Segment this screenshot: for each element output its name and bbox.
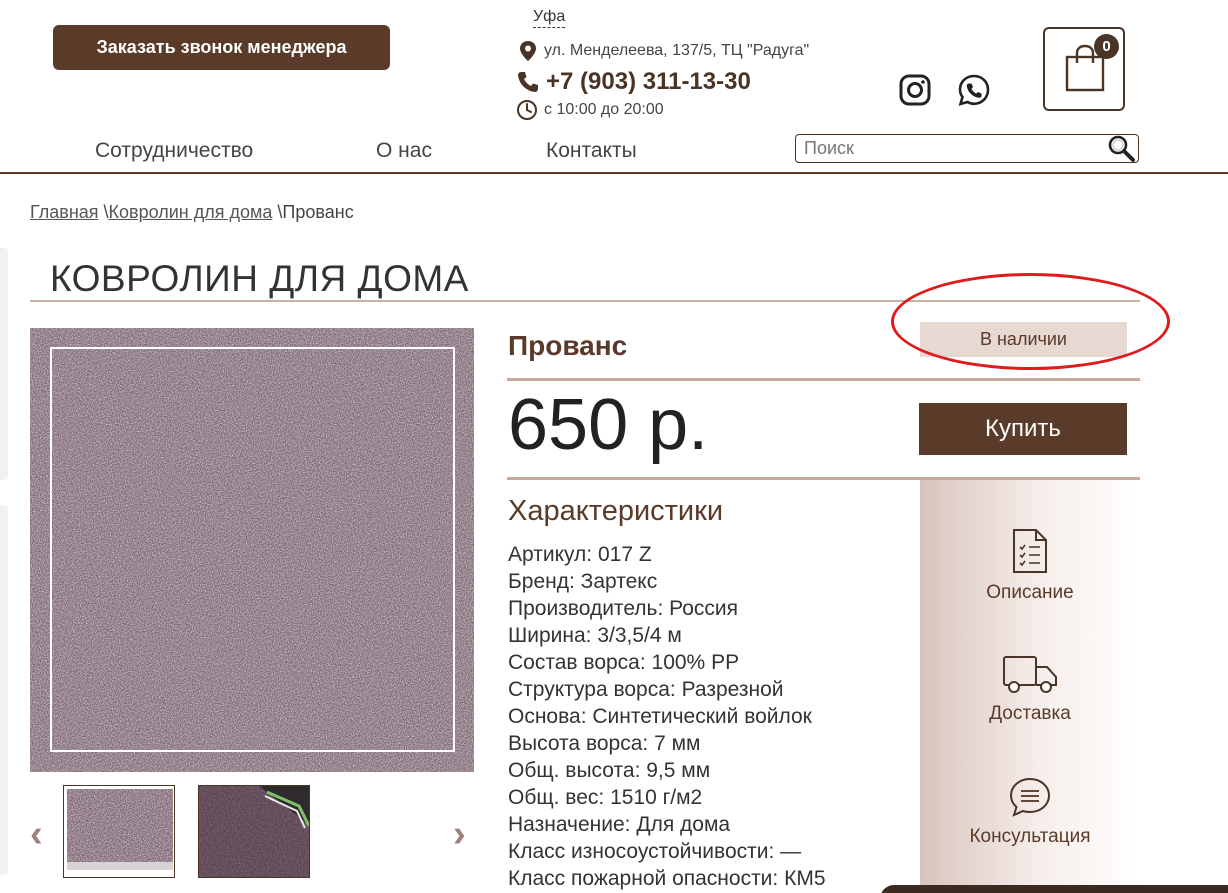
phone-row[interactable]: +7 (903) 311-13-30 (516, 68, 751, 96)
thumbnail-image (199, 786, 309, 877)
image-inner-frame (50, 347, 455, 752)
spec-item: Назначение: Для дома (508, 813, 731, 836)
product-price: 650 р. (508, 385, 709, 465)
thumbnail-image (64, 786, 174, 877)
clock-icon (517, 100, 537, 120)
spec-item: Артикул: 017 Z (508, 543, 652, 566)
document-checklist-icon (1013, 529, 1047, 573)
page-title: КОВРОЛИН ДЛЯ ДОМА (50, 258, 469, 299)
city-selector[interactable]: Уфа (533, 7, 566, 28)
side-item-description[interactable]: Описание (920, 528, 1140, 604)
chat-bubble-icon (1009, 777, 1051, 817)
nav-item-contacts[interactable]: Контакты (546, 139, 637, 163)
spec-item: Ширина: 3/3,5/4 м (508, 624, 682, 647)
spec-item: Состав ворса: 100% PP (508, 651, 740, 674)
side-item-label: Консультация (969, 826, 1091, 847)
hours-row: с 10:00 до 20:00 (516, 99, 664, 121)
edge-card-bottom (0, 505, 8, 875)
spec-item: Бренд: Зартекс (508, 570, 658, 593)
truck-icon (1003, 656, 1057, 693)
spec-item: Высота ворса: 7 мм (508, 732, 701, 755)
spec-item: Класс пожарной опасности: КМ5 (508, 867, 826, 890)
cart-count-badge: 0 (1094, 34, 1119, 59)
side-item-delivery[interactable]: Доставка (920, 655, 1140, 725)
search-box (795, 134, 1139, 163)
hours-text: с 10:00 до 20:00 (544, 101, 664, 118)
spec-item: Класс износоустойчивости: — (508, 840, 802, 863)
buy-button[interactable]: Купить (919, 403, 1127, 455)
side-item-consultation[interactable]: Консультация (920, 776, 1140, 848)
highlight-annotation-ellipse (891, 273, 1170, 370)
characteristics-title: Характеристики (508, 495, 724, 527)
spec-item: Структура ворса: Разрезной (508, 678, 784, 701)
search-icon[interactable] (1106, 134, 1136, 162)
nav-item-cooperation[interactable]: Сотрудничество (95, 139, 253, 163)
gallery-thumbnail-1[interactable] (63, 785, 175, 878)
order-call-button[interactable]: Заказать звонок менеджера (53, 25, 390, 70)
product-name: Прованс (508, 330, 628, 361)
gallery-thumbnail-2[interactable] (198, 785, 310, 878)
side-item-label: Описание (986, 582, 1074, 603)
address-text: ул. Менделеева, 137/5, ТЦ "Радуга" (544, 42, 810, 59)
gallery-next-arrow[interactable]: › (453, 813, 466, 856)
spec-item: Производитель: Россия (508, 597, 739, 620)
nav-item-about[interactable]: О нас (376, 139, 432, 163)
edge-card-top (0, 248, 8, 480)
breadcrumb-category[interactable]: Ковролин для дома (109, 202, 273, 222)
side-item-label: Доставка (989, 703, 1071, 724)
whatsapp-icon[interactable] (957, 73, 991, 107)
instagram-icon[interactable] (898, 73, 932, 107)
bottom-floating-bar[interactable] (880, 885, 1228, 893)
spec-item: Общ. вес: 1510 г/м2 (508, 786, 703, 809)
breadcrumb: Главная \Ковролин для дома \Прованс (30, 202, 354, 223)
address-row: ул. Менделеева, 137/5, ТЦ "Радуга" (518, 40, 809, 62)
gallery-prev-arrow[interactable]: ‹ (30, 813, 43, 856)
phone-number[interactable]: +7 (903) 311-13-30 (546, 68, 751, 96)
search-input[interactable] (804, 137, 1094, 160)
map-pin-icon (520, 41, 536, 61)
divider (507, 378, 1140, 381)
breadcrumb-current: Прованс (282, 202, 354, 222)
header-divider (0, 172, 1228, 174)
spec-item: Основа: Синтетический войлок (508, 705, 812, 728)
specs-list: Артикул: 017 Z Бренд: Зартекс Производит… (508, 541, 826, 892)
breadcrumb-home[interactable]: Главная (30, 202, 99, 222)
spec-item: Общ. высота: 9,5 мм (508, 759, 711, 782)
phone-icon (518, 72, 538, 92)
